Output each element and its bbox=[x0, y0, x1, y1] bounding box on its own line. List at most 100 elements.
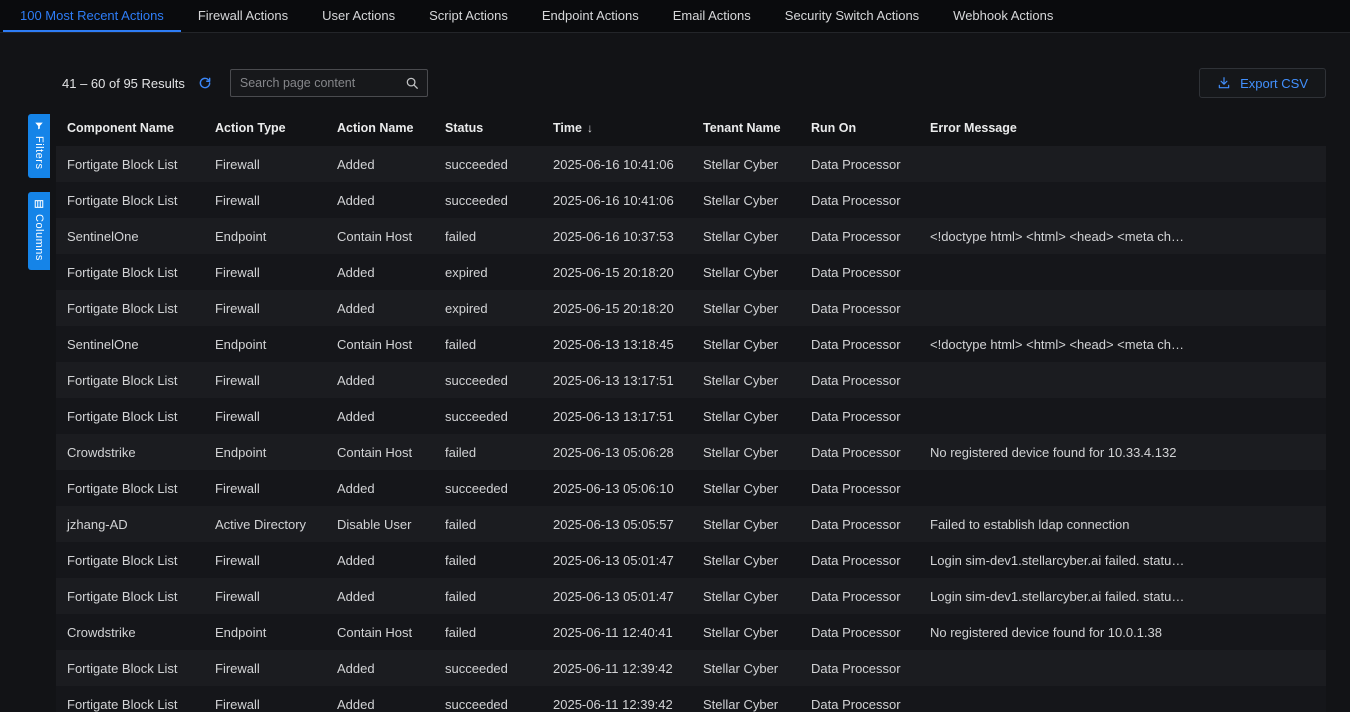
table-row[interactable]: Fortigate Block ListFirewallAddedsucceed… bbox=[56, 650, 1326, 686]
table-row[interactable]: SentinelOneEndpointContain Hostfailed202… bbox=[56, 326, 1326, 362]
column-header-action-type[interactable]: Action Type bbox=[204, 121, 326, 135]
column-header-component-name[interactable]: Component Name bbox=[56, 121, 204, 135]
table-cell: Data Processor bbox=[800, 625, 919, 640]
table-row[interactable]: CrowdstrikeEndpointContain Hostfailed202… bbox=[56, 614, 1326, 650]
table-body: Fortigate Block ListFirewallAddedsucceed… bbox=[56, 146, 1326, 712]
columns-panel-tab[interactable]: Columns bbox=[28, 192, 50, 270]
table-cell: Data Processor bbox=[800, 337, 919, 352]
table-cell: Added bbox=[326, 481, 434, 496]
table-cell: Stellar Cyber bbox=[692, 301, 800, 316]
column-header-action-name[interactable]: Action Name bbox=[326, 121, 434, 135]
export-csv-button[interactable]: Export CSV bbox=[1199, 68, 1326, 98]
table-cell: Contain Host bbox=[326, 445, 434, 460]
table-cell: Firewall bbox=[204, 481, 326, 496]
table-cell: 2025-06-13 05:06:28 bbox=[542, 445, 692, 460]
tab-webhook-actions[interactable]: Webhook Actions bbox=[936, 0, 1070, 32]
tab-security-switch-actions[interactable]: Security Switch Actions bbox=[768, 0, 936, 32]
refresh-button[interactable] bbox=[196, 74, 214, 92]
table-row[interactable]: Fortigate Block ListFirewallAddedsucceed… bbox=[56, 470, 1326, 506]
filter-icon bbox=[34, 121, 44, 131]
table-cell: No registered device found for 10.33.4.1… bbox=[919, 445, 1326, 460]
table-cell: Firewall bbox=[204, 661, 326, 676]
table-cell: Stellar Cyber bbox=[692, 229, 800, 244]
table-cell: succeeded bbox=[434, 373, 542, 388]
search-input[interactable] bbox=[240, 76, 405, 90]
column-header-run-on[interactable]: Run On bbox=[800, 121, 919, 135]
table-cell: Firewall bbox=[204, 373, 326, 388]
table-cell: jzhang-AD bbox=[56, 517, 204, 532]
table-cell: Data Processor bbox=[800, 373, 919, 388]
table-cell: Firewall bbox=[204, 301, 326, 316]
table-cell: succeeded bbox=[434, 661, 542, 676]
table-row[interactable]: Fortigate Block ListFirewallAddedsucceed… bbox=[56, 398, 1326, 434]
table-cell: Added bbox=[326, 265, 434, 280]
table-cell: Data Processor bbox=[800, 481, 919, 496]
columns-panel-label: Columns bbox=[33, 214, 45, 261]
table-cell: Contain Host bbox=[326, 337, 434, 352]
table-row[interactable]: Fortigate Block ListFirewallAddedsucceed… bbox=[56, 362, 1326, 398]
table-cell: Stellar Cyber bbox=[692, 697, 800, 712]
table-cell: 2025-06-13 05:01:47 bbox=[542, 589, 692, 604]
tab-firewall-actions[interactable]: Firewall Actions bbox=[181, 0, 305, 32]
table-cell: 2025-06-13 05:05:57 bbox=[542, 517, 692, 532]
table-cell: Failed to establish ldap connection bbox=[919, 517, 1326, 532]
tab-script-actions[interactable]: Script Actions bbox=[412, 0, 525, 32]
download-icon bbox=[1217, 76, 1231, 90]
table-cell: No registered device found for 10.0.1.38 bbox=[919, 625, 1326, 640]
refresh-icon bbox=[198, 76, 212, 90]
table-row[interactable]: SentinelOneEndpointContain Hostfailed202… bbox=[56, 218, 1326, 254]
table-cell: Data Processor bbox=[800, 517, 919, 532]
column-header-status[interactable]: Status bbox=[434, 121, 542, 135]
table-cell: Data Processor bbox=[800, 301, 919, 316]
table-cell: Endpoint bbox=[204, 445, 326, 460]
table-cell: Firewall bbox=[204, 265, 326, 280]
filters-panel-tab[interactable]: Filters bbox=[28, 114, 50, 178]
table-cell: Added bbox=[326, 553, 434, 568]
table-cell: Stellar Cyber bbox=[692, 661, 800, 676]
table-cell: failed bbox=[434, 589, 542, 604]
table-header: Component NameAction TypeAction NameStat… bbox=[56, 110, 1326, 146]
table-cell: SentinelOne bbox=[56, 229, 204, 244]
table-cell: Added bbox=[326, 409, 434, 424]
table-row[interactable]: Fortigate Block ListFirewallAddedexpired… bbox=[56, 254, 1326, 290]
table-cell: succeeded bbox=[434, 697, 542, 712]
column-header-time[interactable]: Time↓ bbox=[542, 121, 692, 135]
table-cell: Login sim-dev1.stellarcyber.ai failed. s… bbox=[919, 553, 1326, 568]
table-row[interactable]: Fortigate Block ListFirewallAddedfailed2… bbox=[56, 578, 1326, 614]
table-cell: Stellar Cyber bbox=[692, 445, 800, 460]
tab-user-actions[interactable]: User Actions bbox=[305, 0, 412, 32]
table-cell: Data Processor bbox=[800, 157, 919, 172]
column-header-error-message[interactable]: Error Message bbox=[919, 121, 1326, 135]
table-row[interactable]: Fortigate Block ListFirewallAddedexpired… bbox=[56, 290, 1326, 326]
table-cell: 2025-06-11 12:40:41 bbox=[542, 625, 692, 640]
table-cell: Data Processor bbox=[800, 553, 919, 568]
table-cell: Firewall bbox=[204, 697, 326, 712]
table-row[interactable]: Fortigate Block ListFirewallAddedsucceed… bbox=[56, 146, 1326, 182]
table-cell: Fortigate Block List bbox=[56, 481, 204, 496]
table-cell: Added bbox=[326, 193, 434, 208]
table-row[interactable]: Fortigate Block ListFirewallAddedfailed2… bbox=[56, 542, 1326, 578]
table-row[interactable]: jzhang-ADActive DirectoryDisable Userfai… bbox=[56, 506, 1326, 542]
table-row[interactable]: Fortigate Block ListFirewallAddedsucceed… bbox=[56, 182, 1326, 218]
search-icon[interactable] bbox=[405, 76, 419, 90]
table-cell: 2025-06-16 10:37:53 bbox=[542, 229, 692, 244]
tab-100-most-recent-actions[interactable]: 100 Most Recent Actions bbox=[3, 0, 181, 32]
table-cell: 2025-06-13 05:06:10 bbox=[542, 481, 692, 496]
table-row[interactable]: Fortigate Block ListFirewallAddedsucceed… bbox=[56, 686, 1326, 712]
table-cell: Firewall bbox=[204, 589, 326, 604]
column-header-tenant-name[interactable]: Tenant Name bbox=[692, 121, 800, 135]
table-cell: Stellar Cyber bbox=[692, 157, 800, 172]
table-cell: Fortigate Block List bbox=[56, 589, 204, 604]
tab-endpoint-actions[interactable]: Endpoint Actions bbox=[525, 0, 656, 32]
table-row[interactable]: CrowdstrikeEndpointContain Hostfailed202… bbox=[56, 434, 1326, 470]
table-cell: failed bbox=[434, 517, 542, 532]
tab-email-actions[interactable]: Email Actions bbox=[656, 0, 768, 32]
table-cell: Stellar Cyber bbox=[692, 337, 800, 352]
table-cell: 2025-06-15 20:18:20 bbox=[542, 265, 692, 280]
table-cell: Data Processor bbox=[800, 409, 919, 424]
table-cell: Stellar Cyber bbox=[692, 193, 800, 208]
table-cell: Crowdstrike bbox=[56, 445, 204, 460]
table-cell: Added bbox=[326, 661, 434, 676]
table-cell: expired bbox=[434, 301, 542, 316]
table-cell: 2025-06-11 12:39:42 bbox=[542, 697, 692, 712]
